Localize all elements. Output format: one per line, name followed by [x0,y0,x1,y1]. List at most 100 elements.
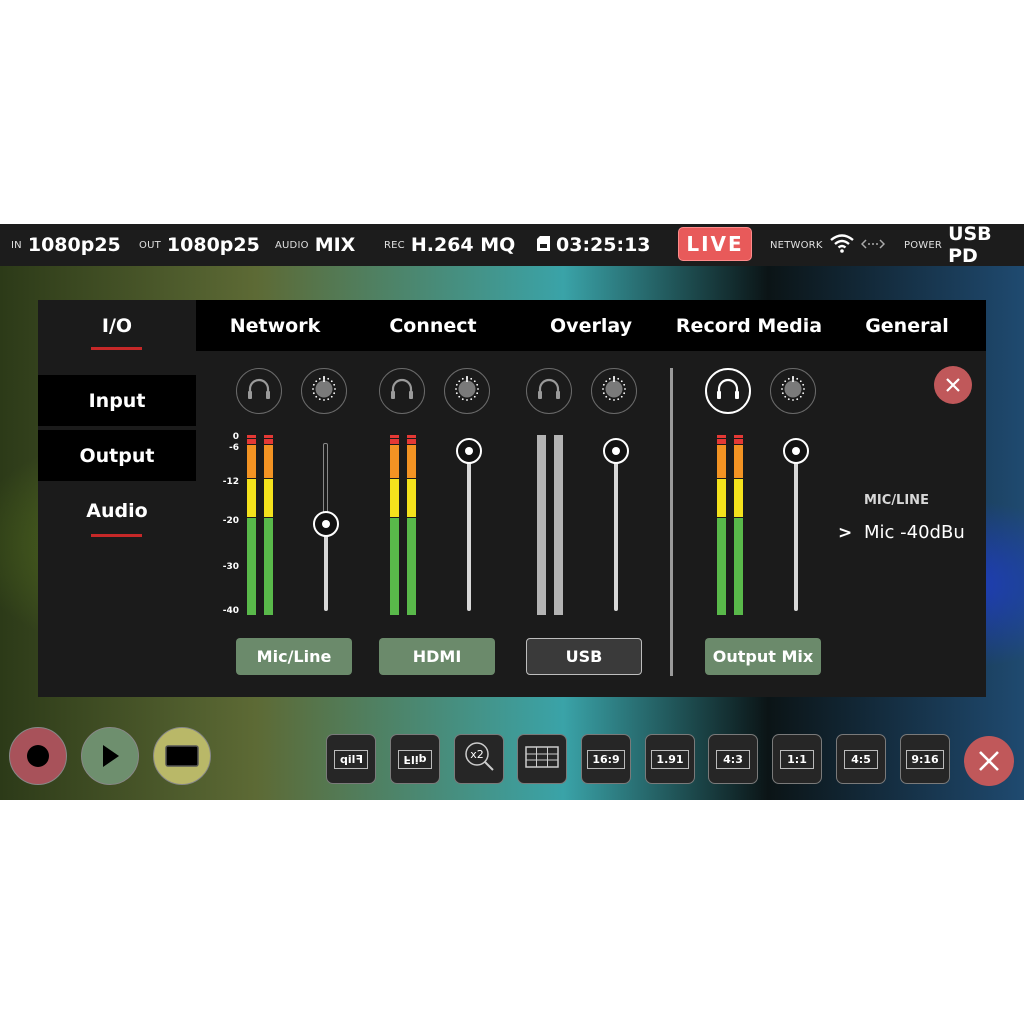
scale-6: -6 [229,443,239,453]
rec-label: REC [384,239,405,251]
tool-button-flip-vertical[interactable]: Flip [390,734,440,784]
play-button[interactable] [81,727,139,785]
meter-segment [264,435,273,438]
meter-segment [247,444,256,478]
gain-knob-button[interactable] [591,368,637,414]
scale-20: -20 [222,516,239,526]
level-meter [247,435,256,615]
tab-record-media[interactable]: Record Media [670,300,828,351]
tab-io[interactable]: I/O [38,300,196,351]
meter-segment [407,444,416,478]
fader-track[interactable] [324,523,328,611]
power-label: POWER [904,239,943,251]
source-button-mic-line[interactable]: Mic/Line [236,638,352,675]
source-button-output-mix[interactable]: Output Mix [705,638,821,675]
sidebar-item-input[interactable]: Input [38,375,196,426]
sd-card-icon [537,235,550,255]
monitor-button[interactable] [153,727,211,785]
meter-segment [734,439,743,444]
headphone-monitor-button[interactable] [236,368,282,414]
tab-overlay[interactable]: Overlay [512,300,670,351]
tool-button-grid[interactable] [517,734,567,784]
aspect-16-9-icon: 16:9 [587,749,625,769]
tab-network[interactable]: Network [196,300,354,351]
fader-handle[interactable] [456,438,482,465]
gain-knob-button[interactable] [444,368,490,414]
source-button-usb[interactable]: USB [526,638,642,675]
headphones-icon [389,378,415,404]
gain-knob-button[interactable] [301,368,347,414]
fader-handle[interactable] [313,510,339,537]
tab-bar: Network Connect Overlay Record Media Gen… [196,300,986,351]
rec-value: H.264 MQ [410,234,516,256]
aspect-4-3-icon: 4:3 [716,749,750,769]
meter-segment [734,517,743,615]
live-button[interactable]: LIVE [678,227,752,261]
power-value: USB PD [948,224,992,267]
meter-segment [407,478,416,517]
input-format: IN 1080p25 [11,224,121,266]
tool-label: 4:3 [723,752,743,766]
gain-knob-icon [778,374,808,408]
meter-segment [554,435,563,615]
tool-button-aspect-4-5[interactable]: 4:5 [836,734,886,784]
fader-track[interactable] [467,451,471,611]
monitor-icon [165,745,199,767]
scale-30: -30 [222,562,239,572]
tool-button-aspect-9-16[interactable]: 9:16 [900,734,950,784]
chevron-right-icon[interactable]: > [838,523,852,543]
tool-button-aspect-1-91[interactable]: 1.91 [645,734,695,784]
tab-general[interactable]: General [828,300,986,351]
tool-button-zoom-x2[interactable]: x2 [454,734,504,784]
meter-segment [717,517,726,615]
fader-track[interactable] [794,451,798,611]
meter-segment [717,478,726,517]
network-status: NETWORK [770,224,885,266]
scale-12: -12 [222,477,239,487]
headphones-icon [246,378,272,404]
flip-horizontal-icon: Flip [334,749,368,769]
detail-value[interactable]: Mic -40dBu [864,522,965,543]
headphone-monitor-button[interactable] [705,368,751,414]
tab-connect[interactable]: Connect [354,300,512,351]
meter-segment [390,444,399,478]
level-meter [554,435,563,615]
tool-button-flip-horizontal[interactable]: Flip [326,734,376,784]
grid-icon [525,746,559,772]
meter-segment [264,517,273,615]
ethernet-arrows-icon [860,236,885,255]
tool-button-aspect-1-1[interactable]: 1:1 [772,734,822,784]
headphone-monitor-button[interactable] [379,368,425,414]
input-label: IN [11,239,22,251]
meter-segment [734,435,743,438]
aspect-1-1-icon: 1:1 [780,749,814,769]
headphones-icon [536,378,562,404]
rec-codec: REC H.264 MQ [384,224,515,266]
tool-label: 4:5 [851,752,871,766]
level-meter [407,435,416,615]
output-value: 1080p25 [166,234,260,256]
fader-track[interactable] [614,451,618,611]
tab-io-underline [91,347,142,350]
sidebar-item-audio[interactable]: Audio [38,485,196,536]
tool-label: Flip [339,752,363,766]
source-button-hdmi[interactable]: HDMI [379,638,495,675]
level-meter [537,435,546,615]
sidebar-audio-underline [91,534,142,537]
tool-button-aspect-16-9[interactable]: 16:9 [581,734,631,784]
close-overlay-button[interactable] [964,736,1014,786]
flip-vertical-icon: Flip [398,749,432,769]
level-meter [717,435,726,615]
record-button[interactable] [9,727,67,785]
sidebar-item-output[interactable]: Output [38,430,196,481]
fader-handle[interactable] [603,438,629,465]
power-status: POWER USB PD [904,224,1024,267]
tool-button-aspect-4-3[interactable]: 4:3 [708,734,758,784]
audio-status: AUDIO MIX [275,224,355,266]
close-panel-button[interactable] [934,366,972,404]
fader-handle[interactable] [783,438,809,465]
gain-knob-button[interactable] [770,368,816,414]
audio-label: AUDIO [275,239,309,251]
headphone-monitor-button[interactable] [526,368,572,414]
close-icon [979,751,999,771]
